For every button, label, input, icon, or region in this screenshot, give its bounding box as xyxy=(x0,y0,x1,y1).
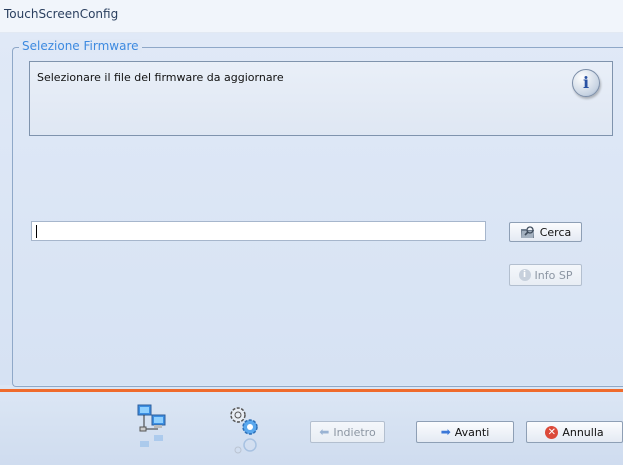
cerca-label: Cerca xyxy=(539,225,572,239)
cerca-button[interactable]: Cerca xyxy=(509,222,582,242)
firmware-path-input[interactable] xyxy=(31,221,486,241)
info-sp-label: Info SP xyxy=(534,268,573,282)
avanti-button[interactable]: ➡ Avanti xyxy=(416,421,514,443)
title-bar: TouchScreenConfig xyxy=(0,0,623,33)
group-title: Selezione Firmware xyxy=(19,39,142,53)
window-title: TouchScreenConfig xyxy=(4,7,119,21)
indietro-button[interactable]: ⬅ Indietro xyxy=(310,421,385,443)
info-panel: Selezionare il file del firmware da aggi… xyxy=(29,61,613,136)
arrow-left-icon: ⬅ xyxy=(319,425,330,439)
avanti-label: Avanti xyxy=(454,425,490,439)
text-caret xyxy=(36,225,37,238)
info-sp-button[interactable]: i Info SP xyxy=(509,264,582,286)
search-folder-icon xyxy=(520,226,534,238)
info-icon: i xyxy=(572,69,600,97)
info-sp-icon: i xyxy=(518,269,531,281)
info-message: Selezionare il file del firmware da aggi… xyxy=(37,71,284,84)
network-computers-icon[interactable] xyxy=(136,403,168,455)
annulla-label: Annulla xyxy=(562,425,604,439)
arrow-right-icon: ➡ xyxy=(440,425,451,439)
indietro-label: Indietro xyxy=(333,425,376,439)
main-content: Selezione Firmware Selezionare il file d… xyxy=(0,33,623,387)
annulla-button[interactable]: ✕ Annulla xyxy=(526,421,623,443)
gear-settings-icon[interactable] xyxy=(226,403,262,455)
close-icon: ✕ xyxy=(545,425,559,439)
